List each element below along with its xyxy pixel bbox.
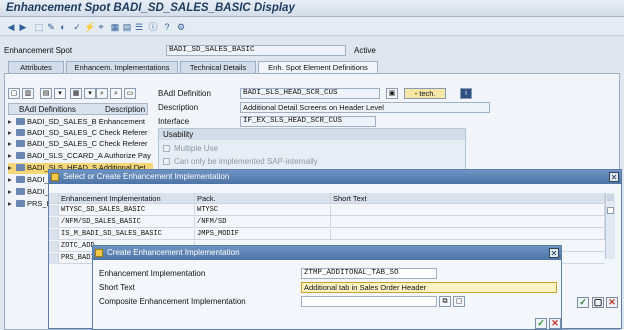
- table-header: Enhancement Implementation Pack. Short T…: [49, 193, 605, 204]
- confirm-icon[interactable]: ✓: [535, 318, 547, 329]
- sap-internal-label: Can only be implemented SAP-internally: [174, 157, 318, 166]
- interface-field: IF_EX_SLS_HEAD_SCR_CUS: [240, 116, 376, 127]
- tree-col-description: Description: [105, 105, 146, 114]
- check-icon[interactable]: ✓: [72, 22, 82, 32]
- filter-icon[interactable]: ▾: [84, 88, 96, 99]
- other-object-icon[interactable]: ⬚: [34, 22, 44, 32]
- display-change-icon[interactable]: ✎: [46, 22, 56, 32]
- close-icon[interactable]: ✕: [609, 172, 619, 182]
- tree-header: BAdI Definitions Description: [8, 103, 148, 115]
- tree-row[interactable]: ▸ BADI_SLS_CCARD_A Authorize Pay: [8, 151, 153, 162]
- create-icon[interactable]: ▢: [8, 88, 20, 99]
- badi-definition-field: BADI_SLS_HEAD_SCR_CUS: [240, 88, 380, 99]
- value-help-icon[interactable]: ⧉: [439, 296, 451, 307]
- hierarchy-icon[interactable]: ▦: [110, 22, 120, 32]
- find-next-icon[interactable]: ⌕: [110, 88, 122, 99]
- badi-icon: [16, 164, 25, 171]
- tree-col-badi: BAdI Definitions: [19, 105, 76, 114]
- col-implementation: Enhancement Implementation: [59, 193, 195, 204]
- badi-definition-label: BAdI Definition: [158, 89, 211, 98]
- cancel-icon[interactable]: ✕: [549, 318, 561, 329]
- print-icon[interactable]: ▭: [124, 88, 136, 99]
- tree-row[interactable]: ▸ BADI_SD_SALES_C Check Referer: [8, 139, 153, 150]
- enhancement-spot-label: Enhancement Spot: [4, 46, 73, 55]
- tree-row[interactable]: ▸ BADI_: [8, 187, 48, 198]
- status-text: Active: [354, 46, 376, 55]
- find-icon[interactable]: ⌕: [96, 88, 108, 99]
- back-icon[interactable]: ◀: [6, 22, 16, 32]
- usability-title: Usability: [163, 130, 194, 139]
- tab-attributes[interactable]: Attributes: [8, 61, 64, 73]
- tech-button[interactable]: ▪ tech.: [404, 88, 446, 99]
- cancel-icon[interactable]: ✕: [606, 297, 618, 308]
- navigation-icon[interactable]: ☰: [134, 22, 144, 32]
- create-new-icon[interactable]: ▢: [592, 297, 604, 308]
- badi-icon: [16, 176, 25, 183]
- display-icon[interactable]: ◐: [58, 22, 68, 32]
- enhancement-spot-field: BADI_SD_SALES_BASIC: [166, 45, 346, 56]
- window-title: Enhancement Spot BADI_SD_SALES_BASIC Dis…: [6, 2, 295, 14]
- tab-technical-details[interactable]: Technical Details: [180, 61, 256, 73]
- info-icon[interactable]: ⓘ: [148, 22, 158, 32]
- composite-input[interactable]: [301, 296, 437, 307]
- badi-icon: [16, 140, 25, 147]
- expand-icon[interactable]: ▤: [40, 88, 52, 99]
- close-icon[interactable]: ✕: [549, 248, 559, 258]
- table-scrollbar[interactable]: [605, 193, 615, 259]
- scroll-up-icon[interactable]: [607, 194, 614, 201]
- create-composite-icon[interactable]: ▢: [453, 296, 465, 307]
- implementation-input[interactable]: ZTMP_ADDITONAL_TAB_SO: [301, 268, 437, 279]
- window-titlebar: Enhancement Spot BADI_SD_SALES_BASIC Dis…: [0, 0, 624, 17]
- where-used-icon[interactable]: ⌖: [96, 22, 106, 32]
- layout-icon[interactable]: ▦: [70, 88, 82, 99]
- multiple-use-checkbox[interactable]: [163, 145, 170, 152]
- usability-group: Usability Multiple Use Can only be imple…: [158, 128, 466, 170]
- dialog-title: Create Enhancement Implementation: [107, 248, 240, 257]
- implementation-label: Enhancement Implementation: [99, 269, 206, 278]
- description-label: Description: [158, 103, 199, 112]
- dialog-app-icon: [95, 249, 103, 257]
- forward-icon[interactable]: ▶: [18, 22, 28, 32]
- collapse-icon[interactable]: ▾: [54, 88, 66, 99]
- tree-row[interactable]: ▸ BADI_SD_SALES_B Enhancement: [8, 117, 153, 128]
- dialog-title: Select or Create Enhancement Implementat…: [63, 172, 230, 181]
- dialog-header: Create Enhancement Implementation ✕: [93, 246, 561, 260]
- interface-label: Interface: [158, 117, 190, 126]
- tree-row[interactable]: ▸PRS_BAD: [8, 199, 48, 210]
- scroll-thumb[interactable]: [607, 207, 614, 214]
- info-icon[interactable]: i: [460, 88, 472, 99]
- badi-icon: [16, 118, 25, 125]
- delete-icon[interactable]: ▥: [22, 88, 34, 99]
- sap-internal-checkbox[interactable]: [163, 158, 170, 165]
- badi-icon: [16, 188, 25, 195]
- application-toolbar: ◀ ▶ ⬚ ✎ ◐ ✓ ⚡ ⌖ ▦ ▤ ☰ ⓘ ? ⚙: [0, 18, 624, 36]
- table-row[interactable]: WTYSC_SD_SALES_BASIC WTYSC: [49, 205, 605, 216]
- confirm-icon[interactable]: ✓: [577, 297, 589, 308]
- tab-enhancement-implementations[interactable]: Enhancem. Implementations: [66, 61, 178, 73]
- badi-icon: [16, 200, 25, 207]
- create-implementation-dialog: Create Enhancement Implementation ✕ Enha…: [92, 245, 562, 330]
- table-row[interactable]: IS_M_BADI_SD_SALES_BASIC JMPS_MODIF: [49, 229, 605, 240]
- tree-row[interactable]: ▸ BADI_: [8, 175, 48, 186]
- badi-icon: [16, 129, 25, 136]
- display-badi-icon[interactable]: ▣: [386, 88, 398, 99]
- dialog-header: Select or Create Enhancement Implementat…: [49, 170, 621, 184]
- settings-icon[interactable]: ⚙: [176, 22, 186, 32]
- dialog-app-icon: [51, 173, 59, 181]
- multiple-use-label: Multiple Use: [174, 144, 219, 153]
- tree-row[interactable]: ▸ BADI_SD_SALES_C Check Referer: [8, 128, 153, 139]
- col-package: Pack.: [195, 193, 331, 204]
- tab-spot-element-definitions[interactable]: Enh. Spot Element Definitions: [258, 61, 378, 73]
- composite-label: Composite Enhancement Implementation: [99, 297, 246, 306]
- badi-icon: [16, 152, 25, 159]
- short-text-input[interactable]: Additional tab in Sales Order Header: [301, 282, 557, 293]
- activate-icon[interactable]: ⚡: [84, 22, 95, 32]
- description-field: Additional Detail Screens on Header Leve…: [240, 102, 490, 113]
- short-text-label: Short Text: [99, 283, 135, 292]
- help-icon[interactable]: ?: [162, 22, 172, 32]
- object-list-icon[interactable]: ▤: [122, 22, 132, 32]
- col-short-text: Short Text: [331, 193, 605, 204]
- table-row[interactable]: /NFM/SD_SALES_BASIC /NFM/SD: [49, 217, 605, 228]
